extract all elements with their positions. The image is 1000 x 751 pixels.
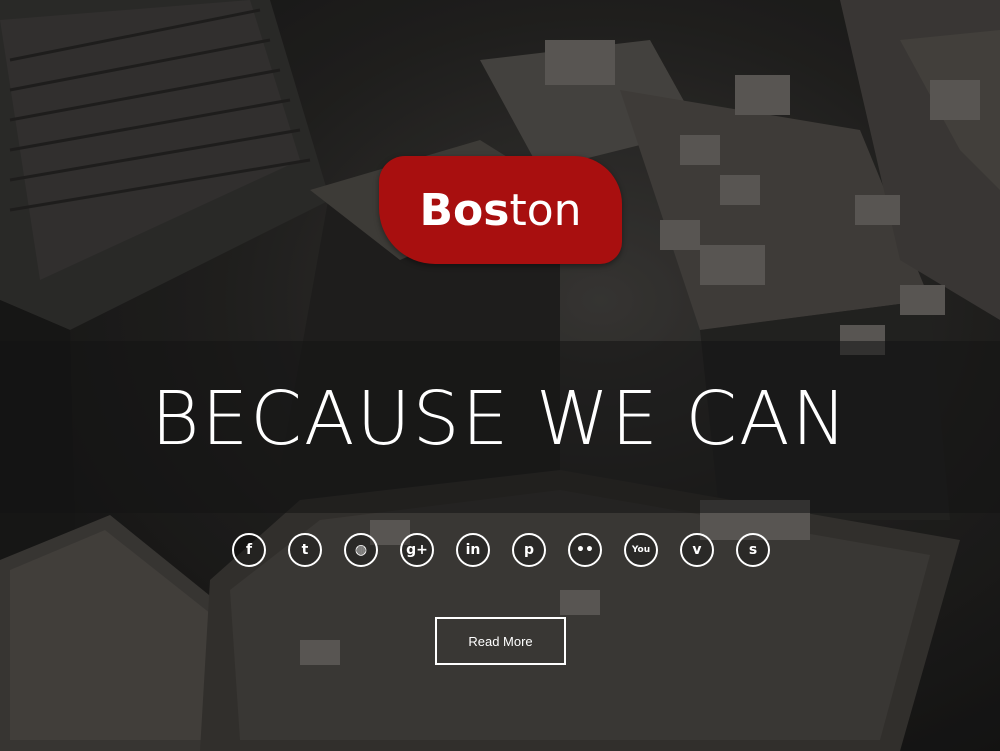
dribbble-icon[interactable]: ◍ xyxy=(344,533,378,567)
google-plus-icon[interactable]: g+ xyxy=(400,533,434,567)
logo-text-bold: Bos xyxy=(419,184,510,236)
skype-icon[interactable]: s xyxy=(736,533,770,567)
linkedin-icon[interactable]: in xyxy=(456,533,490,567)
social-icons-row: f t ◍ g+ in p •• You v s xyxy=(232,533,772,569)
flickr-icon[interactable]: •• xyxy=(568,533,602,567)
hero-section: Bos ton BECAUSE WE CAN f t ◍ g+ in p •• Y… xyxy=(0,0,1000,751)
logo-text-regular: ton xyxy=(509,184,582,236)
read-more-button[interactable]: Read More xyxy=(435,617,566,665)
youtube-icon[interactable]: You xyxy=(624,533,658,567)
facebook-icon[interactable]: f xyxy=(232,533,266,567)
pinterest-icon[interactable]: p xyxy=(512,533,546,567)
twitter-icon[interactable]: t xyxy=(288,533,322,567)
vimeo-icon[interactable]: v xyxy=(680,533,714,567)
boston-logo[interactable]: Bos ton xyxy=(379,156,622,264)
hero-headline: BECAUSE WE CAN xyxy=(150,376,849,462)
